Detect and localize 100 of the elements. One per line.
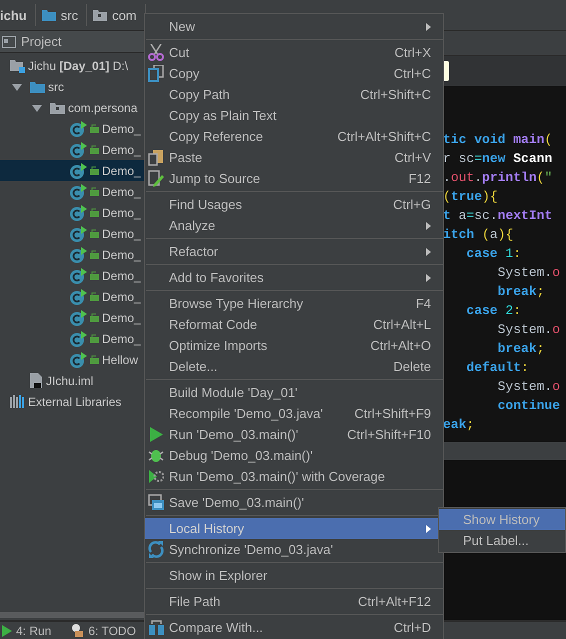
package-icon — [50, 102, 65, 114]
code-line: break; — [496, 283, 544, 301]
class-icon — [70, 268, 87, 284]
tree-item[interactable]: Demo_ — [102, 142, 141, 156]
tree-item[interactable]: Demo_ — [102, 164, 141, 178]
breadcrumb[interactable]: ichu — [0, 4, 36, 26]
edit-document-icon — [148, 170, 164, 187]
lock-icon — [90, 292, 99, 301]
class-icon — [70, 246, 87, 262]
menu-item[interactable]: Save 'Demo_03.main()' — [145, 492, 443, 513]
tree-item[interactable]: Demo_ — [102, 310, 141, 324]
module-icon — [10, 58, 25, 72]
package-icon — [93, 9, 108, 21]
menu-item[interactable]: Paste Ctrl+V — [145, 147, 443, 168]
lock-icon — [90, 208, 99, 217]
breadcrumb[interactable]: src — [42, 4, 88, 26]
class-icon — [70, 184, 87, 200]
tree-item[interactable]: Demo_ — [102, 122, 141, 136]
lock-icon — [90, 334, 99, 343]
tree-item[interactable]: Demo_ — [102, 268, 141, 282]
menu-item[interactable]: Recompile 'Demo_03.java' Ctrl+Shift+F9 — [145, 403, 443, 424]
menu-item[interactable]: Copy Reference Ctrl+Alt+Shift+C — [145, 126, 443, 147]
project-panel-header[interactable]: Project — [0, 31, 144, 53]
paste-icon — [148, 149, 164, 166]
menu-item[interactable]: Cut Ctrl+X — [145, 42, 443, 63]
class-icon — [70, 162, 87, 178]
tree-item[interactable]: Demo_ — [102, 226, 141, 240]
menu-item[interactable]: Copy as Plain Text — [145, 105, 443, 126]
class-icon — [70, 310, 87, 326]
menu-item[interactable]: Add to Favorites — [145, 267, 443, 288]
code-line: .out.println(" — [443, 169, 552, 187]
library-icon — [10, 395, 25, 408]
code-line: t a=sc.nextInt — [443, 207, 552, 225]
tree-item[interactable]: src — [48, 80, 64, 94]
class-icon — [70, 352, 87, 368]
compare-icon — [148, 619, 165, 636]
folder-icon — [42, 9, 56, 21]
lock-icon — [90, 355, 99, 364]
menu-item[interactable]: Debug 'Demo_03.main()' — [145, 445, 443, 466]
class-icon — [70, 204, 87, 220]
menu-item[interactable]: Copy Ctrl+C — [145, 63, 443, 84]
scissors-icon — [148, 44, 164, 61]
tree-item[interactable]: com.persona — [68, 100, 138, 114]
code-line: r sc=new Scann — [443, 150, 552, 168]
copy-icon — [148, 65, 164, 82]
todo-icon — [71, 624, 84, 637]
menu-item[interactable]: Analyze — [145, 215, 443, 236]
menu-item[interactable]: Copy Path Ctrl+Shift+C — [145, 84, 443, 105]
class-icon — [70, 330, 87, 346]
code-line: eak; — [443, 416, 474, 434]
menu-item[interactable]: Build Module 'Day_01' — [145, 382, 443, 403]
tree-item[interactable]: Hellow — [102, 352, 138, 366]
expanded-arrow-icon[interactable] — [32, 102, 42, 112]
menu-item[interactable]: Show in Explorer — [145, 565, 443, 586]
run-icon — [148, 426, 164, 443]
tree-item[interactable]: Demo_ — [102, 290, 141, 304]
tree-item[interactable]: Demo_ — [102, 248, 141, 262]
tree-item[interactable]: External Libraries — [28, 394, 122, 408]
code-line: default: — [465, 359, 529, 377]
class-icon — [70, 120, 87, 136]
menu-item[interactable]: Delete... Delete — [145, 356, 443, 377]
code-line: case 1: — [465, 245, 522, 263]
tool-window-button[interactable]: 4: Run — [2, 624, 52, 638]
bug-icon — [148, 447, 164, 464]
menu-item[interactable]: Synchronize 'Demo_03.java' — [145, 539, 443, 560]
lock-icon — [90, 250, 99, 259]
code-line: (true){ — [443, 188, 498, 206]
menu-item[interactable]: New — [145, 16, 443, 37]
code-line: continue — [496, 397, 560, 415]
menu-item[interactable]: Jump to Source F12 — [145, 168, 443, 189]
tool-window-button[interactable]: 6: TODO — [71, 624, 136, 638]
tree-item[interactable]: JIchu.iml — [46, 374, 94, 388]
tree-item[interactable]: Demo_ — [102, 206, 141, 220]
scrollbar[interactable] — [0, 612, 144, 618]
lock-icon — [90, 166, 99, 175]
menu-item[interactable]: File Path Ctrl+Alt+F12 — [145, 591, 443, 612]
expanded-arrow-icon[interactable] — [12, 82, 22, 92]
sync-icon — [148, 541, 164, 558]
menu-item[interactable]: Refactor — [145, 241, 443, 262]
lock-icon — [90, 124, 99, 133]
menu-item[interactable]: Optimize Imports Ctrl+Alt+O — [145, 335, 443, 356]
menu-item[interactable]: Browse Type Hierarchy F4 — [145, 293, 443, 314]
class-icon — [70, 288, 87, 304]
class-icon — [70, 142, 87, 158]
code-line: case 2: — [465, 302, 522, 320]
menu-item[interactable]: Compare With... Ctrl+D — [145, 617, 443, 638]
tree-item[interactable]: Jichu [Day_01] D:\ — [28, 58, 128, 72]
project-icon — [2, 36, 16, 48]
menu-item[interactable]: Run 'Demo_03.main()' with Coverage — [145, 466, 443, 487]
tree-item[interactable]: Demo_ — [102, 184, 141, 198]
tree-item[interactable]: Demo_ — [102, 332, 141, 346]
coverage-run-icon — [148, 468, 164, 485]
menu-item[interactable]: Find Usages Ctrl+G — [145, 194, 443, 215]
window-icon — [148, 494, 165, 511]
class-icon — [70, 226, 87, 242]
code-line: tic void main( — [443, 131, 552, 149]
menu-item[interactable]: Reformat Code Ctrl+Alt+L — [145, 314, 443, 335]
folder-icon — [30, 80, 45, 92]
lock-icon — [90, 271, 99, 280]
menu-item[interactable]: Run 'Demo_03.main()' Ctrl+Shift+F10 — [145, 424, 443, 445]
